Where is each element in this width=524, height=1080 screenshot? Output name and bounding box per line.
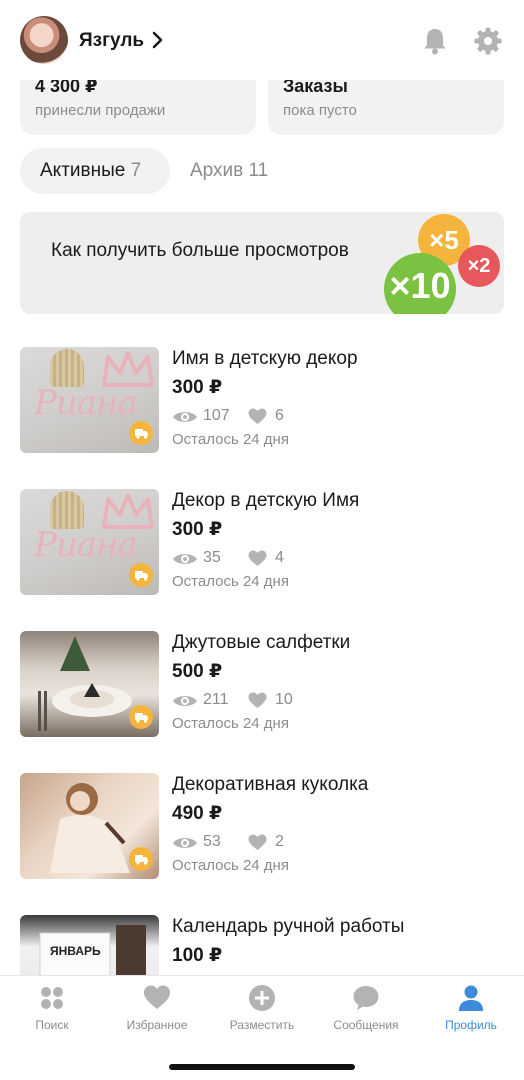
listing-item[interactable]: Декоративная куколка 490 ₽ 53 2 Осталось… [0, 756, 524, 898]
tab-active[interactable]: Активные 7 [20, 148, 170, 194]
listing-price: 500 ₽ [172, 661, 223, 682]
search-dots-icon [41, 987, 63, 1009]
macrame-tassel [50, 491, 84, 529]
likes-count: 4 [275, 549, 284, 566]
eye-icon [173, 412, 197, 422]
nav-favorites[interactable]: Избранное [105, 984, 209, 1032]
views-count: 211 [203, 691, 229, 708]
heart-icon [248, 692, 267, 708]
multiplier-badge-2: ×2 [458, 245, 500, 287]
nav-profile[interactable]: Профиль [419, 984, 523, 1032]
nav-post[interactable]: Разместить [210, 984, 314, 1032]
listing-title[interactable]: Декор в детскую Имя [172, 490, 359, 512]
tab-archive-label: Архив [190, 160, 244, 181]
promo-text: Как получить больше просмотров [51, 240, 349, 261]
time-remaining: Осталось 24 дня [172, 431, 289, 448]
listing-photo[interactable] [20, 773, 159, 879]
chat-bubble-icon [353, 986, 379, 1010]
username[interactable]: Язгуль [79, 30, 144, 52]
likes-count: 2 [275, 833, 284, 850]
delivery-truck-icon [129, 847, 153, 871]
profile-header: Язгуль [0, 0, 524, 80]
calendar-drawing: ЯНВАРЬ [39, 925, 146, 975]
listing-title[interactable]: Декоративная куколка [172, 774, 368, 796]
gear-icon[interactable] [473, 26, 503, 56]
macrame-tassel [50, 349, 84, 387]
listing-photo[interactable] [20, 631, 159, 737]
tab-archive[interactable]: Архив 11 [170, 148, 288, 194]
time-remaining: Осталось 24 дня [172, 573, 289, 590]
tab-archive-count: 11 [248, 160, 269, 181]
tab-active-count: 7 [130, 160, 142, 181]
heart-icon [248, 550, 267, 566]
views-count: 53 [203, 833, 221, 850]
listing-photo[interactable]: Риана [20, 347, 159, 453]
listing-price: 300 ₽ [172, 519, 223, 540]
delivery-truck-icon [129, 563, 153, 587]
heart-icon [248, 834, 267, 850]
views-count: 107 [203, 407, 230, 424]
promo-banner[interactable]: Как получить больше просмотров ×5 ×2 ×10 [20, 212, 504, 314]
eye-icon [173, 838, 197, 848]
listing-price: 300 ₽ [172, 377, 223, 398]
heart-icon [144, 985, 170, 1009]
likes-count: 10 [275, 691, 293, 708]
heart-icon [248, 408, 267, 424]
sales-caption: принесли продажи [35, 102, 166, 119]
delivery-truck-icon [129, 705, 153, 729]
listing-price: 490 ₽ [172, 803, 223, 824]
listing-price: 100 ₽ [172, 945, 223, 966]
listing-title[interactable]: Календарь ручной работы [172, 916, 404, 938]
listing-item[interactable]: ЯНВАРЬ Календарь ручной работы 100 ₽ [0, 898, 524, 975]
nav-messages-label: Сообщения [333, 1018, 399, 1032]
delivery-truck-icon [129, 421, 153, 445]
listing-title[interactable]: Джутовые салфетки [172, 632, 350, 654]
listing-item[interactable]: Джутовые салфетки 500 ₽ 211 10 Осталось … [0, 614, 524, 756]
nav-messages[interactable]: Сообщения [314, 984, 418, 1032]
eye-icon [173, 696, 197, 706]
nav-favorites-label: Избранное [126, 1018, 188, 1032]
nav-post-label: Разместить [229, 1018, 295, 1032]
listings: Риана Имя в детскую декор 300 ₽ 107 6 Ос… [0, 330, 524, 975]
likes-count: 6 [275, 407, 284, 424]
listing-photo[interactable]: Риана [20, 489, 159, 595]
plus-circle-icon [249, 985, 275, 1011]
bell-icon[interactable] [420, 26, 450, 56]
orders-caption: пока пусто [283, 102, 357, 119]
photo-name-text: Риана [34, 383, 138, 423]
tab-active-label: Активные [40, 160, 126, 181]
listing-title[interactable]: Имя в детскую декор [172, 348, 358, 370]
home-indicator [169, 1064, 355, 1070]
time-remaining: Осталось 24 дня [172, 857, 289, 874]
listing-photo[interactable]: ЯНВАРЬ [20, 915, 159, 975]
chevron-right-icon[interactable] [150, 31, 166, 49]
nav-search-label: Поиск [35, 1018, 69, 1032]
person-icon [459, 985, 483, 1011]
views-count: 35 [203, 549, 221, 566]
photo-name-text: Риана [34, 525, 138, 565]
time-remaining: Осталось 24 дня [172, 715, 289, 732]
calendar-month-text: ЯНВАРЬ [50, 944, 101, 958]
nav-profile-label: Профиль [445, 1018, 497, 1032]
avatar[interactable] [20, 16, 68, 64]
eye-icon [173, 554, 197, 564]
listing-item[interactable]: Риана Имя в детскую декор 300 ₽ 107 6 Ос… [0, 330, 524, 472]
nav-search[interactable]: Поиск [0, 984, 104, 1032]
listing-item[interactable]: Риана Декор в детскую Имя 300 ₽ 35 4 Ост… [0, 472, 524, 614]
